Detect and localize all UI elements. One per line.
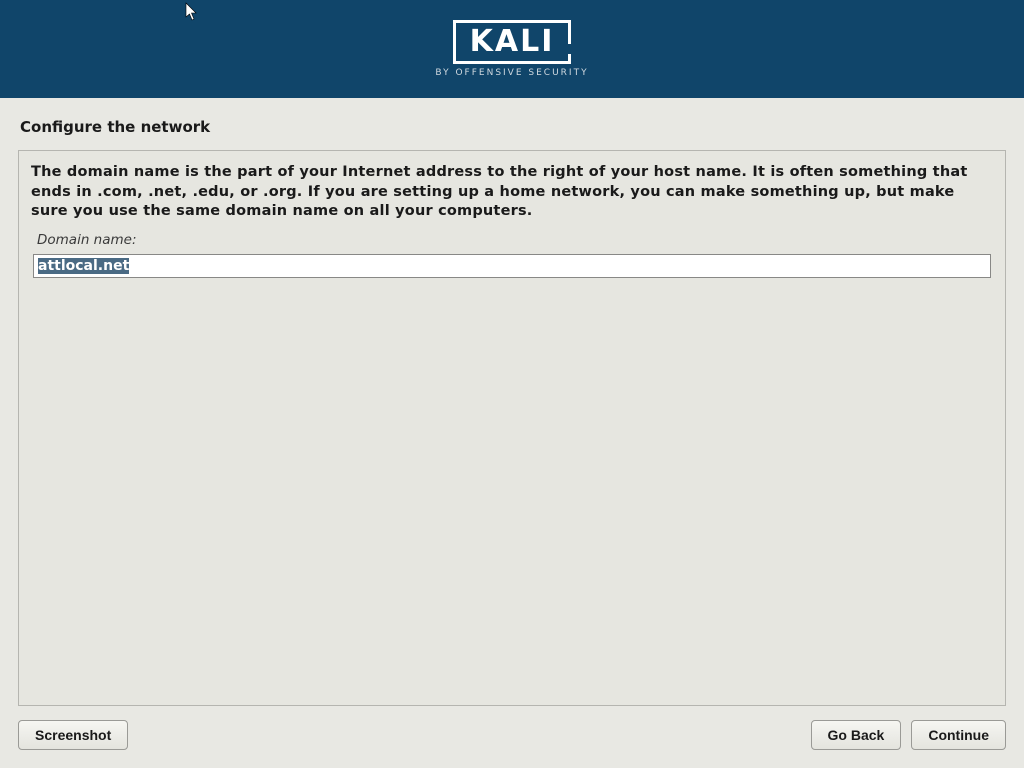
screenshot-button[interactable]: Screenshot (18, 720, 128, 750)
continue-button[interactable]: Continue (911, 720, 1006, 750)
main-panel: The domain name is the part of your Inte… (18, 150, 1006, 706)
description-text: The domain name is the part of your Inte… (31, 163, 993, 222)
mouse-cursor-icon (185, 2, 201, 22)
footer-bar: Screenshot Go Back Continue (18, 706, 1006, 768)
kali-logo: KALI BY OFFENSIVE SECURITY (435, 20, 588, 78)
go-back-button[interactable]: Go Back (811, 720, 902, 750)
installer-content: Configure the network The domain name is… (0, 98, 1024, 768)
footer-right-group: Go Back Continue (811, 720, 1006, 750)
kali-logo-text: KALI (470, 24, 555, 59)
installer-header: KALI BY OFFENSIVE SECURITY (0, 0, 1024, 98)
domain-name-input[interactable]: attlocal.net (33, 254, 991, 278)
domain-name-value: attlocal.net (38, 258, 129, 274)
kali-logo-box: KALI (453, 20, 572, 64)
kali-logo-subtitle: BY OFFENSIVE SECURITY (435, 68, 588, 78)
domain-name-label: Domain name: (37, 232, 993, 248)
page-title: Configure the network (20, 118, 1006, 136)
